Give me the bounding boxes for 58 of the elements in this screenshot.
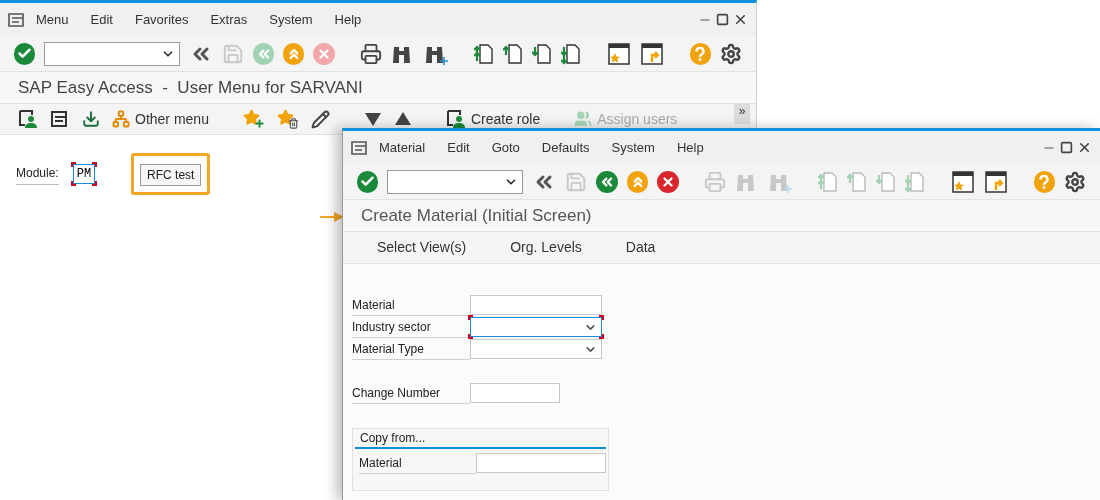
menu-item[interactable]: System — [269, 9, 313, 30]
menu-item[interactable]: System — [611, 137, 655, 158]
dropdown-field[interactable] — [470, 317, 602, 337]
more-button[interactable]: » — [734, 104, 750, 124]
window-title: Create Material (Initial Screen) — [361, 204, 592, 227]
menu-item[interactable]: Help — [676, 137, 704, 158]
close-icon[interactable] — [733, 12, 748, 27]
input-field[interactable] — [475, 453, 606, 473]
input-field[interactable] — [470, 383, 560, 403]
cancel-icon[interactable] — [657, 170, 679, 193]
module-field[interactable]: PM — [72, 164, 96, 184]
back-icon[interactable] — [596, 170, 618, 193]
toolbar-button[interactable]: Other menu — [112, 108, 209, 130]
page-down-icon[interactable] — [561, 42, 582, 65]
input-field[interactable] — [470, 295, 602, 315]
close-icon[interactable] — [1077, 140, 1092, 155]
page-up-icon[interactable] — [503, 42, 524, 65]
menu-item[interactable]: Extras — [210, 9, 248, 30]
toolbar-button[interactable]: Select View(s) — [377, 237, 467, 258]
triangle-up-icon[interactable] — [393, 111, 412, 127]
page-up-icon[interactable] — [474, 42, 495, 65]
menu-document-icon[interactable] — [50, 110, 70, 128]
page-down-icon[interactable] — [532, 42, 553, 65]
command-field[interactable] — [44, 41, 180, 66]
group-title: Copy from... — [360, 430, 426, 447]
enter-icon[interactable] — [14, 42, 36, 65]
rfc-test-button[interactable]: RFC test — [140, 164, 202, 186]
window-title: SAP Easy Access - User Menu for SARVANI — [18, 76, 363, 99]
menu-item[interactable]: Edit — [447, 137, 470, 158]
star-plus-icon[interactable] — [242, 109, 265, 129]
settings-icon[interactable] — [1063, 170, 1086, 193]
menu-item[interactable]: Menu — [36, 9, 69, 30]
triangle-down-icon[interactable] — [363, 111, 382, 127]
user-document-icon[interactable] — [18, 109, 38, 129]
command-field[interactable] — [387, 169, 524, 194]
field-label: Material — [359, 452, 476, 474]
menu-item[interactable]: Help — [334, 9, 362, 30]
toolbar-button[interactable]: Create role — [445, 108, 541, 130]
menu-item[interactable]: Defaults — [541, 137, 590, 158]
print-icon[interactable] — [360, 42, 383, 65]
toolbar-button[interactable]: Data — [625, 237, 656, 258]
dropdown-field[interactable] — [470, 339, 602, 359]
menu-item[interactable]: Goto — [491, 137, 520, 158]
toolbar-button[interactable]: Org. Levels — [510, 237, 582, 258]
maximize-icon[interactable] — [1060, 141, 1073, 154]
menu-item[interactable]: Favorites — [134, 9, 189, 30]
download-icon[interactable] — [82, 110, 100, 128]
menu-item[interactable]: Edit — [90, 9, 113, 30]
user-document-icon[interactable] — [445, 109, 466, 129]
enter-icon[interactable] — [357, 170, 379, 193]
menu-icon[interactable] — [8, 12, 24, 27]
maximize-icon[interactable] — [716, 13, 729, 26]
menu-icon[interactable] — [351, 140, 367, 155]
settings-icon[interactable] — [719, 42, 742, 65]
menu-item[interactable]: Material — [379, 137, 426, 158]
module-label: Module: — [16, 163, 59, 185]
pencil-icon[interactable] — [310, 109, 330, 129]
star-trash-icon[interactable] — [276, 109, 299, 129]
